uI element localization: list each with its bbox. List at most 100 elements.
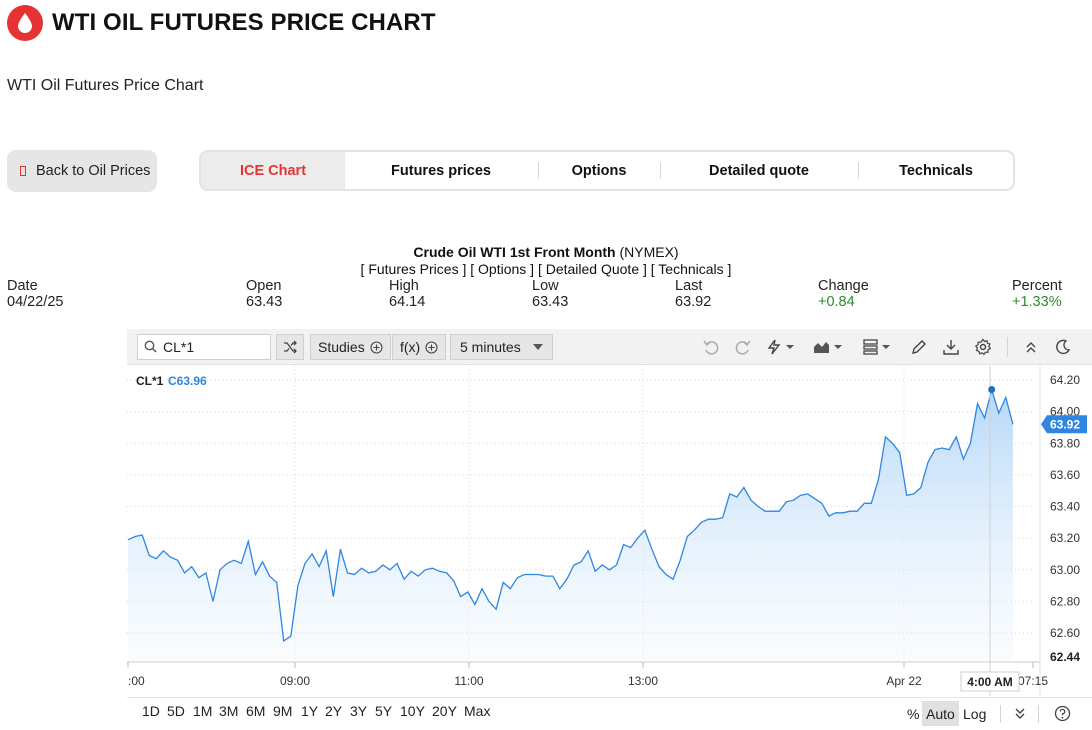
symbol-value: CL*1 bbox=[163, 339, 195, 355]
quote-percent: Percent +1.33% bbox=[1012, 278, 1062, 310]
quote-value: +0.84 bbox=[818, 294, 855, 310]
range-divider bbox=[1000, 705, 1001, 723]
back-icon bbox=[20, 166, 26, 176]
chart-tabs: ICE Chart Futures prices Options Detaile… bbox=[199, 150, 1015, 191]
range-6m[interactable]: 6M bbox=[246, 703, 265, 719]
events-icon[interactable] bbox=[766, 338, 798, 356]
quote-value: 04/22/25 bbox=[7, 294, 64, 310]
crosshair-time-label: 4:00 AM bbox=[967, 675, 1013, 689]
tab-ice-chart[interactable]: ICE Chart bbox=[201, 152, 345, 189]
price-chart[interactable]: 64.2064.0063.8063.6063.4063.2063.0062.80… bbox=[127, 366, 1092, 696]
pencil-icon[interactable] bbox=[910, 338, 928, 356]
compare-button[interactable] bbox=[276, 334, 304, 360]
symbol-search-input[interactable]: CL*1 bbox=[137, 334, 271, 360]
range-5d[interactable]: 5D bbox=[167, 703, 185, 719]
tab-futures-prices[interactable]: Futures prices bbox=[345, 152, 537, 189]
shuffle-icon bbox=[284, 340, 297, 354]
scale-auto[interactable]: Auto bbox=[922, 701, 959, 726]
back-to-oil-prices-button[interactable]: Back to Oil Prices bbox=[7, 150, 157, 192]
chevron-down-icon bbox=[532, 344, 543, 350]
quote-change: Change +0.84 bbox=[818, 278, 869, 310]
quote-low: Low 63.43 bbox=[532, 278, 568, 310]
dark-mode-icon[interactable] bbox=[1054, 338, 1072, 356]
interval-select[interactable]: 5 minutes bbox=[450, 334, 553, 360]
quote-title: Crude Oil WTI 1st Front Month (NYMEX) bbox=[0, 244, 1092, 260]
quote-label: Change bbox=[818, 278, 869, 294]
range-3m[interactable]: 3M bbox=[219, 703, 238, 719]
quote-value: +1.33% bbox=[1012, 294, 1062, 310]
quote-label: Low bbox=[532, 278, 559, 294]
x-tick-label: Apr 22 bbox=[886, 674, 922, 688]
quote-label: High bbox=[389, 278, 419, 294]
brand-logo-icon bbox=[7, 5, 43, 41]
crosshair-point bbox=[988, 385, 996, 393]
tab-options[interactable]: Options bbox=[539, 152, 659, 189]
back-button-label: Back to Oil Prices bbox=[36, 163, 151, 179]
scale-percent[interactable]: % bbox=[903, 701, 923, 726]
range-divider bbox=[1038, 705, 1039, 723]
range-bar-divider bbox=[127, 697, 1092, 698]
y-tick-label: 62.60 bbox=[1050, 626, 1080, 640]
exchange-name: (NYMEX) bbox=[619, 244, 679, 260]
download-icon[interactable] bbox=[942, 338, 960, 356]
y-tick-label: 63.60 bbox=[1050, 468, 1080, 482]
last-price-label: 63.92 bbox=[1050, 417, 1080, 431]
price-area-fill bbox=[128, 389, 1013, 662]
settings-gear-icon[interactable] bbox=[974, 338, 992, 356]
quote-label: Last bbox=[675, 278, 703, 294]
plus-circle-icon bbox=[425, 340, 438, 354]
quote-value: 63.92 bbox=[675, 294, 712, 310]
studies-button[interactable]: Studies bbox=[310, 334, 391, 360]
quote-last: Last 63.92 bbox=[675, 278, 711, 310]
quote-value: 63.43 bbox=[532, 294, 569, 310]
range-1m[interactable]: 1M bbox=[193, 703, 212, 719]
tab-technicals[interactable]: Technicals bbox=[859, 152, 1013, 189]
y-tick-label: 63.20 bbox=[1050, 531, 1080, 545]
range-9m[interactable]: 9M bbox=[273, 703, 292, 719]
quote-label: Date bbox=[7, 278, 38, 294]
tab-detailed-quote[interactable]: Detailed quote bbox=[661, 152, 857, 189]
expand-down-icon[interactable] bbox=[1013, 706, 1027, 720]
plus-circle-icon bbox=[370, 340, 383, 354]
x-tick-label: 09:00 bbox=[280, 674, 310, 688]
quote-links[interactable]: [ Futures Prices ] [ Options ] [ Detaile… bbox=[0, 261, 1092, 277]
y-tick-label: 62.80 bbox=[1050, 594, 1080, 608]
instrument-name: Crude Oil WTI 1st Front Month bbox=[413, 244, 616, 260]
range-10y[interactable]: 10Y bbox=[400, 703, 425, 719]
quote-label: Open bbox=[246, 278, 282, 294]
interval-label: 5 minutes bbox=[460, 339, 521, 355]
chart-symbol-label: CL*1 bbox=[136, 374, 164, 388]
quote-value: 63.43 bbox=[246, 294, 283, 310]
y-tick-label: 63.40 bbox=[1050, 500, 1080, 514]
redo-icon[interactable] bbox=[734, 338, 752, 356]
collapse-up-icon[interactable] bbox=[1022, 338, 1040, 356]
chart-toolbar: CL*1 Studies f(x) 5 minutes bbox=[127, 329, 1092, 365]
toolbar-divider bbox=[1007, 337, 1008, 357]
chart-type-icon[interactable] bbox=[813, 338, 845, 356]
search-icon bbox=[144, 340, 157, 353]
range-1y[interactable]: 1Y bbox=[301, 703, 318, 719]
quote-label: Percent bbox=[1012, 278, 1062, 294]
range-1d[interactable]: 1D bbox=[142, 703, 160, 719]
range-max[interactable]: Max bbox=[464, 703, 490, 719]
chart-symbol-value: C63.96 bbox=[168, 374, 207, 388]
min-price-label: 62.44 bbox=[1050, 650, 1080, 664]
quote-high: High 64.14 bbox=[389, 278, 425, 310]
layout-icon[interactable] bbox=[862, 338, 894, 356]
page-subtitle: WTI Oil Futures Price Chart bbox=[7, 77, 204, 94]
chart-widget: CL*1 Studies f(x) 5 minutes 64.20 64.00 … bbox=[127, 329, 1092, 730]
undo-icon[interactable] bbox=[702, 338, 720, 356]
help-icon[interactable] bbox=[1054, 705, 1071, 722]
scale-log[interactable]: Log bbox=[959, 701, 990, 726]
range-20y[interactable]: 20Y bbox=[432, 703, 457, 719]
range-5y[interactable]: 5Y bbox=[375, 703, 392, 719]
quote-date: Date 04/22/25 bbox=[7, 278, 63, 310]
functions-label: f(x) bbox=[400, 339, 421, 355]
range-2y[interactable]: 2Y bbox=[325, 703, 342, 719]
range-3y[interactable]: 3Y bbox=[350, 703, 367, 719]
quote-value: 64.14 bbox=[389, 294, 426, 310]
functions-button[interactable]: f(x) bbox=[392, 334, 447, 360]
quote-open: Open 63.43 bbox=[246, 278, 282, 310]
y-tick-label: 63.00 bbox=[1050, 563, 1080, 577]
x-tick-label: 11:00 bbox=[454, 674, 483, 688]
